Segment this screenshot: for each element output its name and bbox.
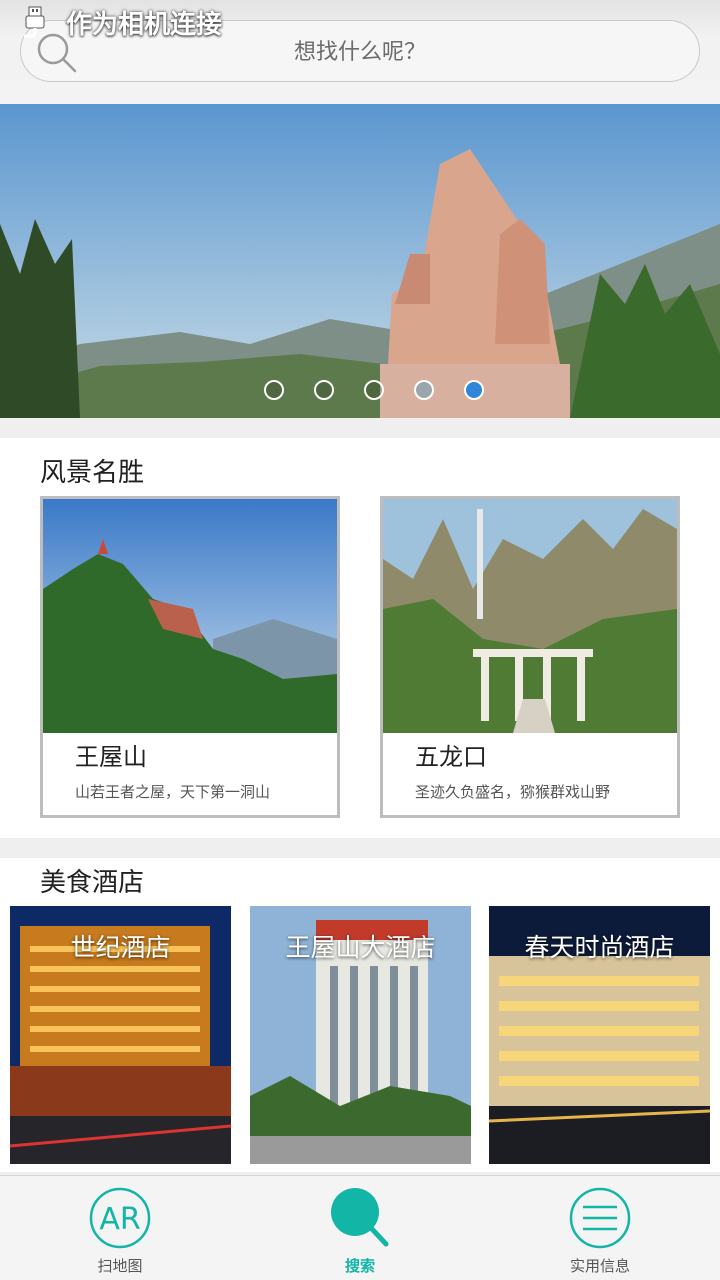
scenic-card[interactable]: 五龙口 圣迹久负盛名，猕猴群戏山野 xyxy=(380,496,680,818)
usb-notification-text: 作为相机连接 xyxy=(66,9,223,40)
hotel-name: 春天时尚酒店 xyxy=(524,933,675,962)
carousel-dot[interactable] xyxy=(364,380,384,400)
usb-icon xyxy=(24,6,45,38)
scenic-card-image xyxy=(383,499,677,733)
carousel-dot[interactable] xyxy=(414,380,434,400)
hotel-card[interactable]: 春天时尚酒店 xyxy=(489,906,710,1164)
nav-item-useful-info[interactable]: 实用信息 xyxy=(520,1186,680,1276)
scenic-card[interactable]: 王屋山 山若王者之屋，天下第一洞山 xyxy=(40,496,340,818)
banner-carousel[interactable] xyxy=(0,104,720,418)
hotel-card[interactable]: 世纪酒店 xyxy=(10,906,231,1164)
nav-item-scan-map[interactable]: AR 扫地图 xyxy=(40,1186,200,1276)
top-bar: 作为相机连接 xyxy=(0,0,720,104)
usb-notification[interactable]: 作为相机连接 xyxy=(18,4,222,40)
food-section-title: 美食酒店 xyxy=(40,868,145,898)
nav-label: 搜索 xyxy=(344,1257,375,1275)
scenic-section-title: 风景名胜 xyxy=(40,458,145,488)
nav-label: 实用信息 xyxy=(569,1257,630,1275)
scenic-section: 风景名胜 王屋山 山若王者之屋，天下第一洞山 五龙口 圣迹久负盛名，猕猴群戏山野 xyxy=(0,438,720,838)
carousel-dot[interactable] xyxy=(314,380,334,400)
hotel-card[interactable]: 王屋山大酒店 xyxy=(250,906,471,1164)
ar-icon: AR xyxy=(89,1187,151,1249)
scenic-card-title: 五龙口 xyxy=(415,743,487,771)
hotel-name: 王屋山大酒店 xyxy=(285,933,436,962)
banner-image xyxy=(0,104,720,418)
nav-label: 扫地图 xyxy=(97,1257,143,1275)
scenic-card-desc: 圣迹久负盛名，猕猴群戏山野 xyxy=(415,783,611,801)
hotel-name: 世纪酒店 xyxy=(70,933,171,962)
search-icon xyxy=(331,1188,389,1247)
scenic-card-desc: 山若王者之屋，天下第一洞山 xyxy=(75,783,271,801)
bottom-nav: AR 扫地图 搜索 实用信息 xyxy=(0,1175,720,1280)
scenic-card-image xyxy=(43,499,337,733)
menu-icon xyxy=(569,1187,631,1249)
carousel-dots xyxy=(0,380,720,400)
carousel-dot[interactable] xyxy=(264,380,284,400)
svg-text:AR: AR xyxy=(99,1202,140,1237)
carousel-dot-active[interactable] xyxy=(464,380,484,400)
scenic-card-title: 王屋山 xyxy=(75,743,147,771)
nav-item-search[interactable]: 搜索 xyxy=(280,1186,440,1276)
